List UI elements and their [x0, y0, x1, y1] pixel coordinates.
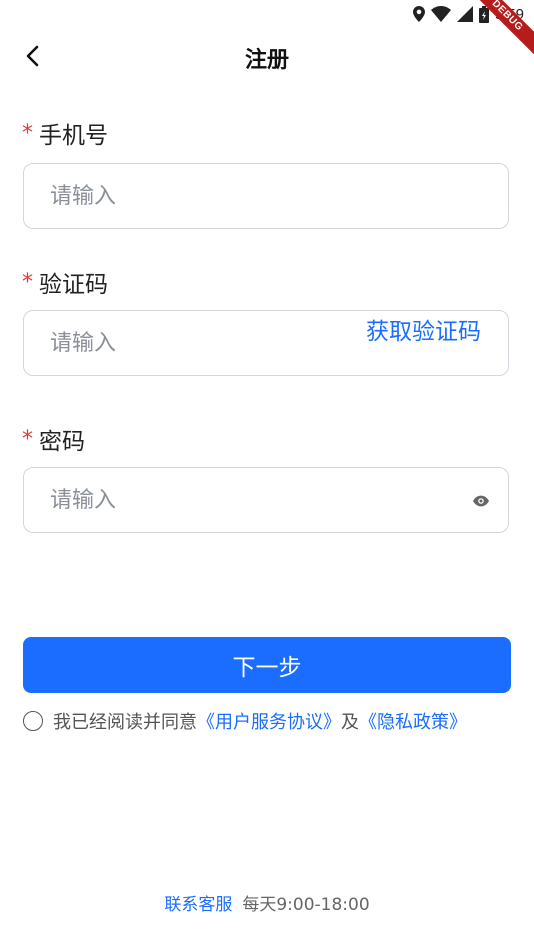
agreement-radio[interactable] — [23, 711, 43, 731]
location-icon — [412, 6, 425, 22]
service-hours: 每天9:00-18:00 — [242, 895, 370, 915]
password-label: 密码 — [39, 429, 85, 455]
agreement-prefix: 我已经阅读并同意 — [53, 712, 197, 733]
next-step-button[interactable]: 下一步 — [23, 637, 511, 693]
code-field: 获取验证码 — [23, 310, 509, 376]
phone-label-row: * 手机号 — [22, 116, 108, 150]
code-label: 验证码 — [39, 272, 108, 298]
required-mark: * — [22, 269, 33, 295]
status-bar: 9:59 DEBUG — [0, 0, 534, 61]
page-title: 注册 — [244, 48, 289, 73]
code-input[interactable] — [50, 311, 350, 375]
user-agreement-link[interactable]: 《用户服务协议》 — [197, 708, 341, 734]
contact-support-link[interactable]: 联系客服 — [164, 895, 232, 915]
get-code-button[interactable]: 获取验证码 — [366, 317, 481, 373]
agreement-row: 我已经阅读并同意 《用户服务协议》 及 《隐私政策》 — [23, 708, 467, 734]
wifi-icon — [430, 6, 451, 22]
signal-icon — [456, 6, 473, 22]
agreement-and: 及 — [341, 712, 359, 733]
required-mark: * — [22, 426, 33, 452]
password-field — [23, 467, 509, 533]
app-bar: 注册 — [0, 28, 534, 90]
phone-field — [23, 163, 509, 229]
phone-input[interactable] — [50, 164, 350, 228]
phone-label: 手机号 — [39, 123, 108, 149]
eye-icon[interactable] — [472, 492, 490, 510]
code-label-row: * 验证码 — [22, 265, 108, 299]
privacy-policy-link[interactable]: 《隐私政策》 — [359, 708, 467, 734]
required-mark: * — [22, 120, 33, 146]
password-label-row: * 密码 — [22, 422, 85, 456]
footer: 联系客服 每天9:00-18:00 — [0, 890, 534, 915]
password-input[interactable] — [50, 468, 350, 532]
